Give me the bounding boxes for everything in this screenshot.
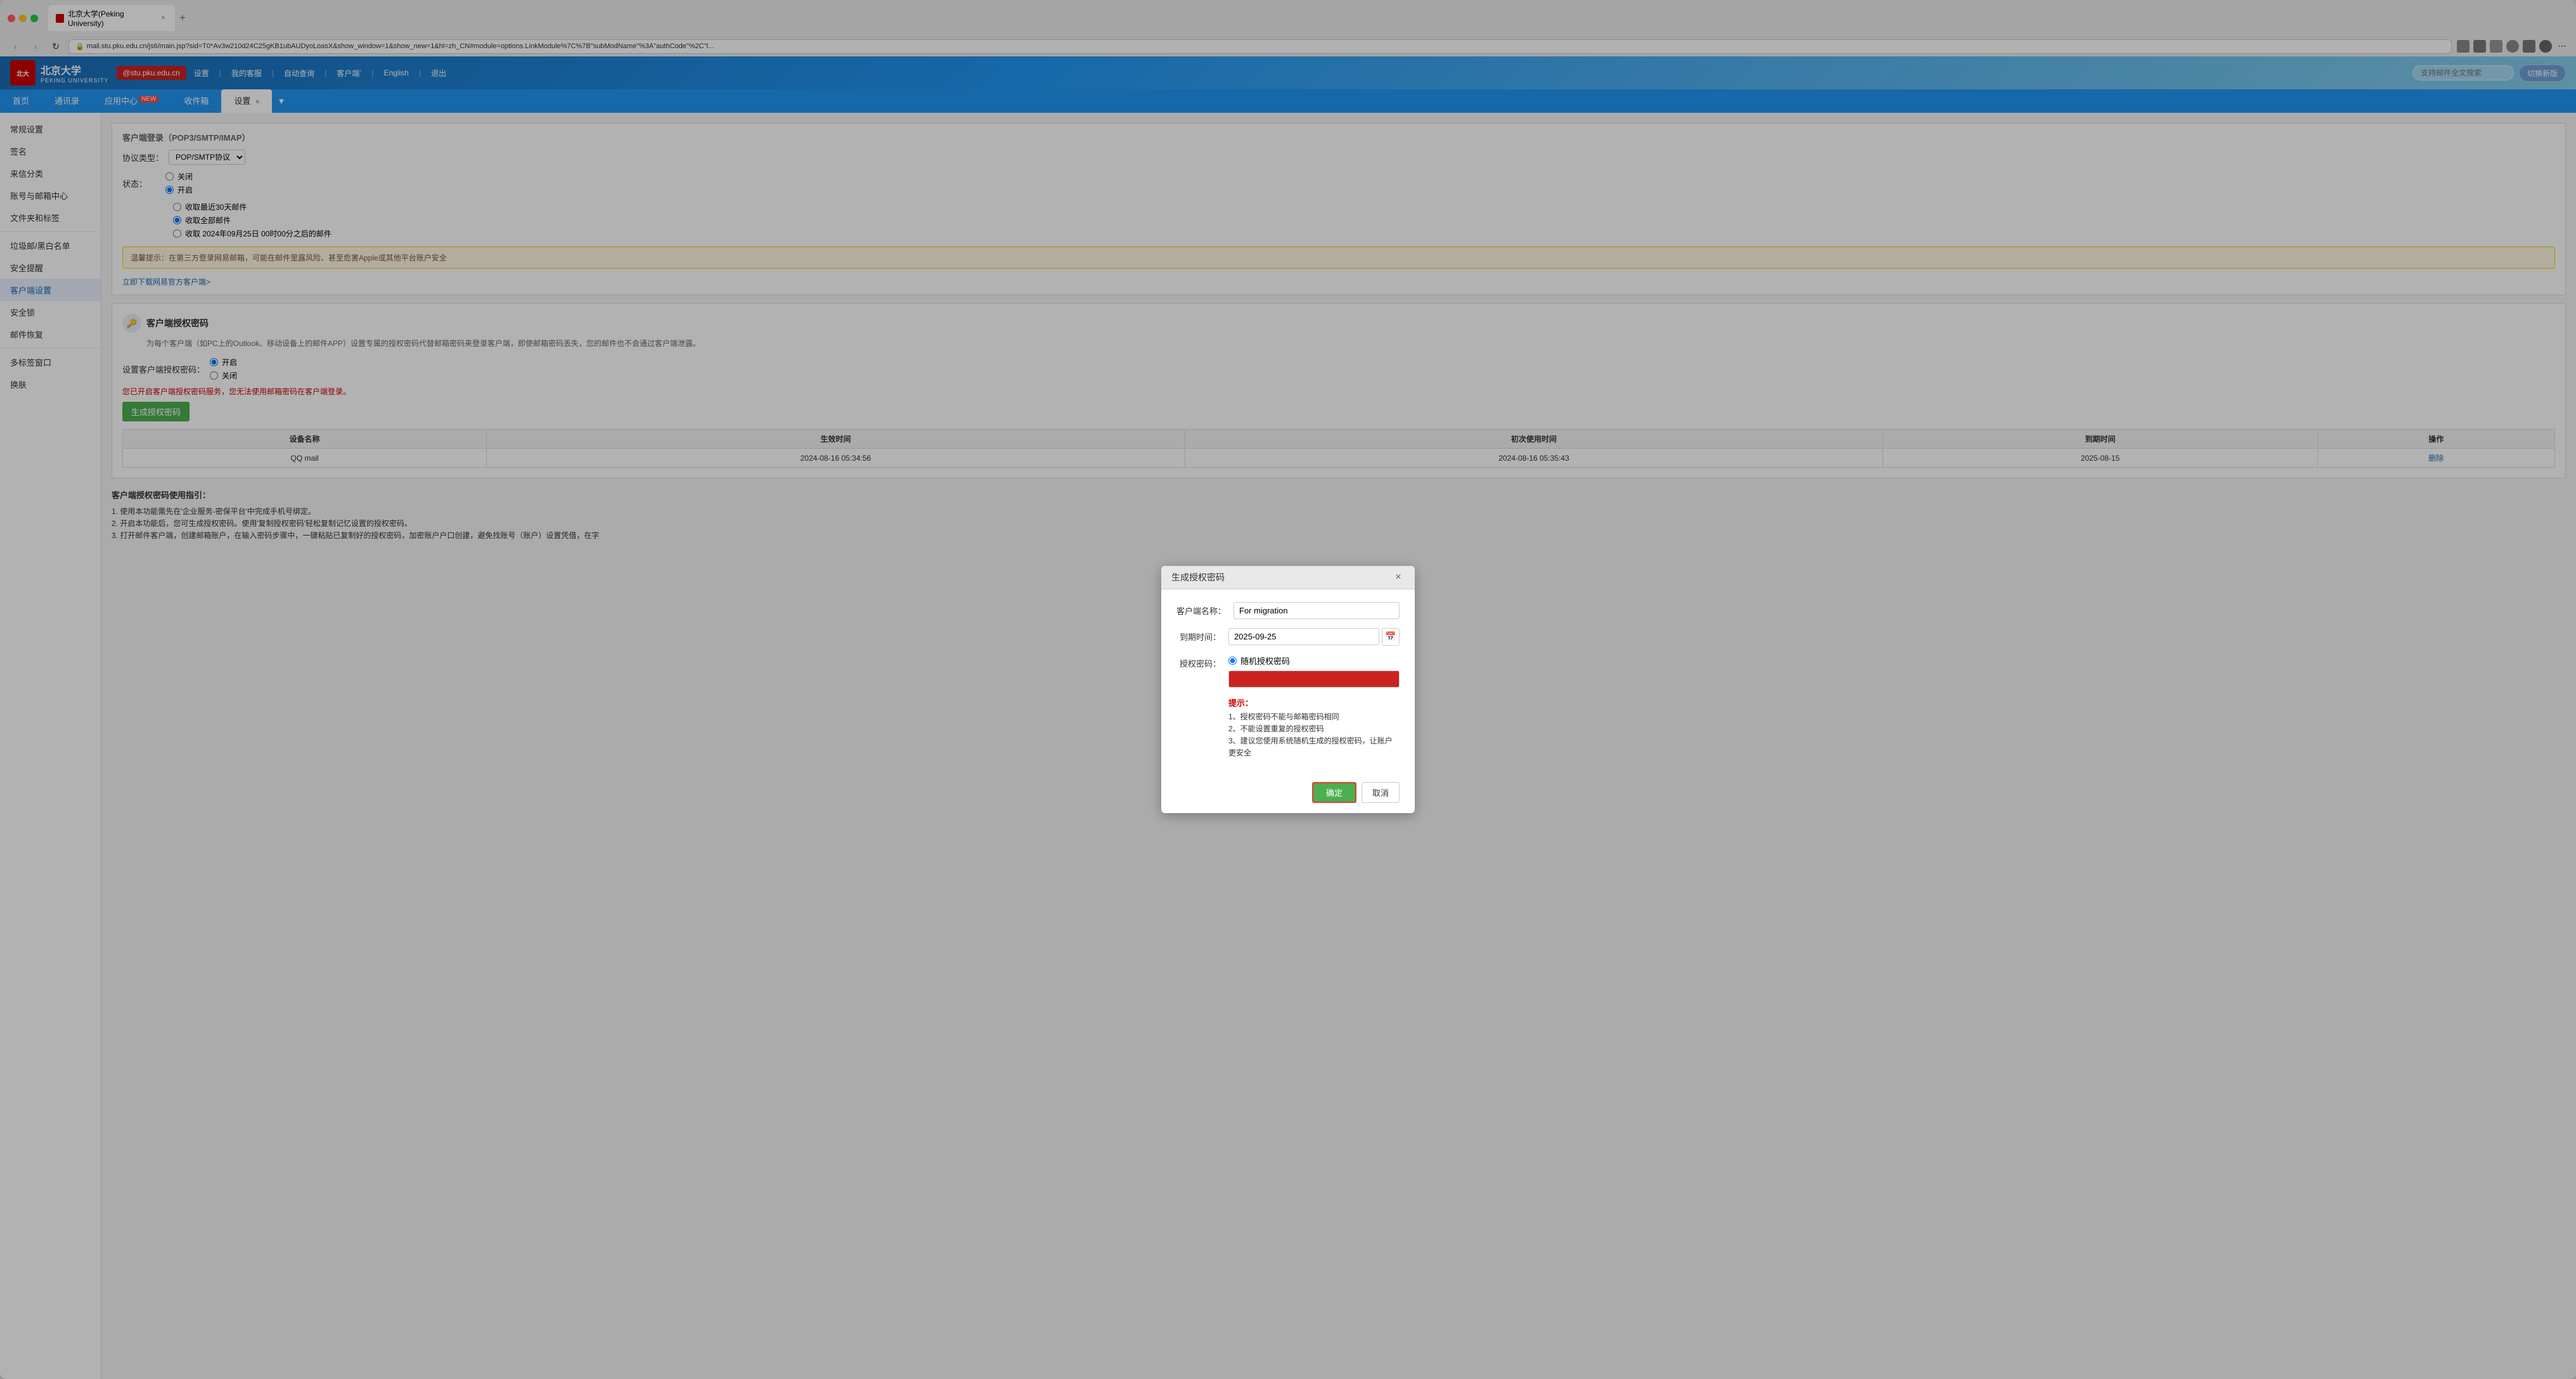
- modal-client-name-input[interactable]: [1233, 602, 1400, 619]
- modal-tip-1: 1、授权密码不能与邮箱密码相同: [1228, 711, 1400, 723]
- modal-expire-row: 到期时间： 📅: [1176, 628, 1400, 646]
- modal-title: 生成授权密码: [1171, 571, 1225, 584]
- modal-radio-random-label: 随机授权密码: [1240, 655, 1290, 667]
- modal-expire-label: 到期时间：: [1176, 631, 1221, 643]
- modal-tip-2: 2、不能设置重复的授权密码: [1228, 723, 1400, 735]
- modal-confirm-button[interactable]: 确定: [1312, 782, 1356, 803]
- modal-password-input[interactable]: [1228, 670, 1400, 688]
- generate-auth-modal: 生成授权密码 × 客户端名称： 到期时间：: [1161, 566, 1415, 814]
- date-picker-button[interactable]: 📅: [1382, 628, 1400, 646]
- modal-auth-code-row: 授权密码： 随机授权密码: [1176, 655, 1400, 688]
- modal-close-button[interactable]: ×: [1392, 571, 1405, 584]
- modal-client-name-label: 客户端名称：: [1176, 605, 1226, 617]
- modal-body: 客户端名称： 到期时间： 📅: [1161, 589, 1415, 783]
- modal-radio-random: 随机授权密码: [1228, 655, 1400, 667]
- modal-auth-code-label: 授权密码：: [1176, 657, 1221, 669]
- modal-client-name-row: 客户端名称：: [1176, 602, 1400, 619]
- modal-header: 生成授权密码 ×: [1161, 566, 1415, 589]
- modal-date-input: 📅: [1228, 628, 1400, 646]
- modal-tips: 提示： 1、授权密码不能与邮箱密码相同 2、不能设置重复的授权密码 3、建议您使…: [1228, 696, 1400, 760]
- modal-cancel-button[interactable]: 取消: [1362, 782, 1400, 803]
- modal-tips-title: 提示：: [1228, 696, 1400, 709]
- modal-date-field[interactable]: [1228, 628, 1379, 645]
- content-area: 客户端登录（POP3/SMTP/IMAP） 协议类型： POP/SMTP协议 状…: [101, 113, 2576, 1379]
- browser-window: 北京大学(Peking University) × + ‹ › ↻ 🔒 mail…: [0, 0, 2576, 1379]
- main-layout: 常规设置 签名 来信分类 账号与邮箱中心 文件夹和标签 垃圾邮/黑白名单 安全提…: [0, 113, 2576, 1379]
- modal-tip-3: 3、建议您使用系统随机生成的授权密码，让账户更安全: [1228, 735, 1400, 759]
- modal-radio-random-input[interactable]: [1228, 657, 1237, 665]
- modal-footer: 确定 取消: [1161, 782, 1415, 813]
- modal-password-field: 随机授权密码: [1228, 655, 1400, 688]
- modal-overlay: 生成授权密码 × 客户端名称： 到期时间：: [101, 113, 2576, 1379]
